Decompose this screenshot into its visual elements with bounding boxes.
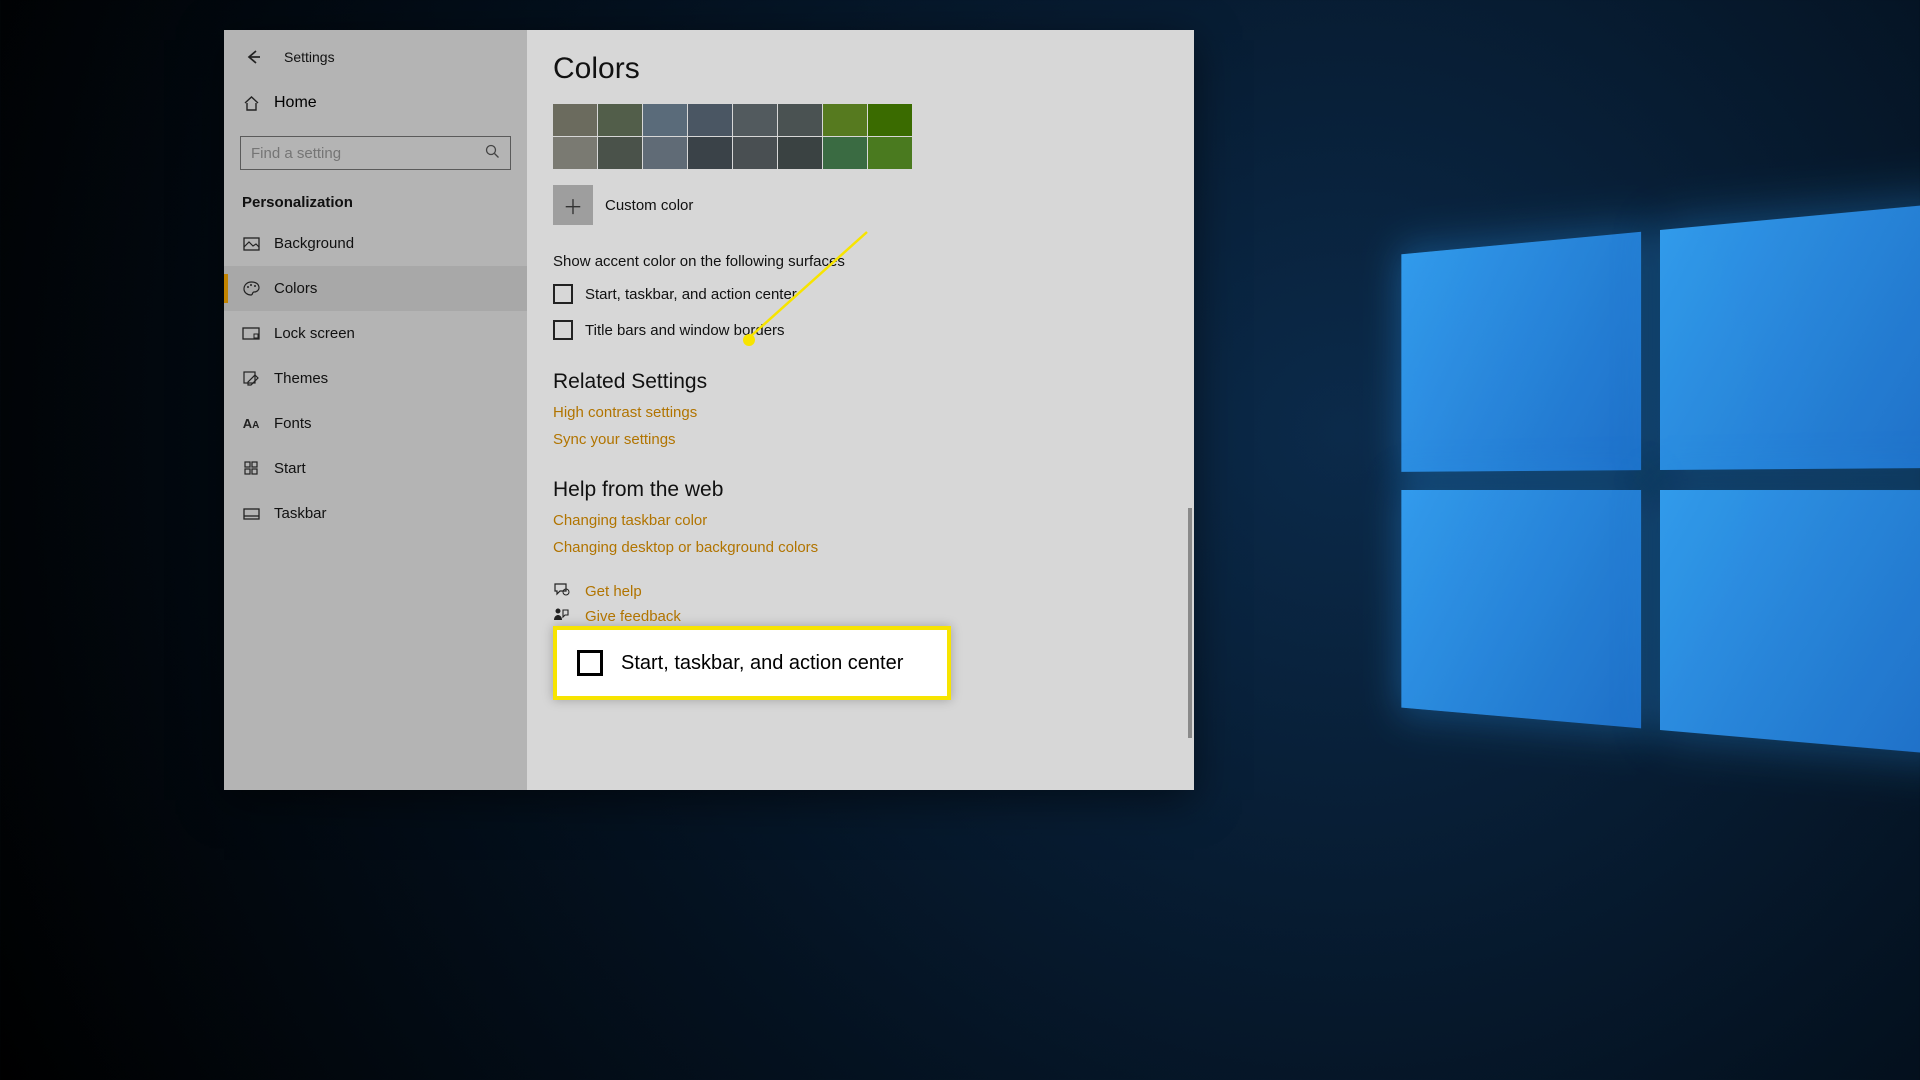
checkbox-label: Start, taskbar, and action center (585, 286, 797, 303)
content-pane: Colors ＋ Custom color Show accent color … (527, 30, 1194, 790)
color-swatch[interactable] (553, 104, 597, 136)
start-icon (242, 461, 260, 476)
sidebar-item-label: Taskbar (274, 505, 327, 522)
lock-screen-icon (242, 327, 260, 341)
color-swatch[interactable] (823, 137, 867, 169)
checkbox-label: Title bars and window borders (585, 322, 785, 339)
themes-icon (242, 371, 260, 387)
checkbox-icon (553, 284, 573, 304)
sidebar-item-taskbar[interactable]: Taskbar (224, 491, 527, 536)
chat-icon (553, 582, 571, 601)
back-button[interactable] (242, 46, 264, 68)
custom-color-button[interactable]: ＋ (553, 185, 593, 225)
color-swatch[interactable] (553, 137, 597, 169)
sidebar-item-start[interactable]: Start (224, 446, 527, 491)
color-swatch[interactable] (778, 104, 822, 136)
picture-icon (242, 237, 260, 251)
taskbar-icon (242, 508, 260, 520)
color-swatch[interactable] (733, 137, 777, 169)
annotation-callout: Start, taskbar, and action center (553, 626, 951, 700)
sidebar-item-themes[interactable]: Themes (224, 356, 527, 401)
fonts-icon: AA (242, 416, 260, 431)
sidebar-item-label: Background (274, 235, 354, 252)
desktop-windows-logo (1401, 200, 1920, 780)
checkbox-icon (577, 650, 603, 676)
sidebar-item-label: Colors (274, 280, 317, 297)
search-input[interactable] (251, 145, 485, 162)
sidebar-home-label: Home (274, 94, 317, 112)
color-swatch[interactable] (823, 104, 867, 136)
color-swatch[interactable] (688, 137, 732, 169)
checkbox-start-taskbar-action-center[interactable]: Start, taskbar, and action center (553, 284, 1168, 304)
checkbox-icon (553, 320, 573, 340)
related-settings-heading: Related Settings (553, 370, 1168, 394)
palette-icon (242, 281, 260, 296)
page-title: Colors (553, 52, 1168, 86)
give-feedback-link[interactable]: Give feedback (585, 608, 681, 625)
sidebar: Settings Home Personalization Background… (224, 30, 527, 790)
annotation-dot (743, 334, 755, 346)
color-swatch[interactable] (643, 137, 687, 169)
search-icon (485, 144, 500, 163)
sidebar-home[interactable]: Home (224, 82, 527, 124)
link-high-contrast[interactable]: High contrast settings (553, 404, 1168, 421)
sidebar-item-label: Themes (274, 370, 328, 387)
color-swatch[interactable] (868, 137, 912, 169)
color-swatch[interactable] (778, 137, 822, 169)
get-help-link[interactable]: Get help (585, 583, 642, 600)
search-box[interactable] (240, 136, 511, 170)
color-swatch[interactable] (688, 104, 732, 136)
scrollbar-thumb[interactable] (1188, 508, 1192, 738)
color-swatch[interactable] (868, 104, 912, 136)
help-heading: Help from the web (553, 478, 1168, 502)
get-help-row[interactable]: Get help (553, 582, 1168, 601)
color-swatch[interactable] (733, 104, 777, 136)
callout-label: Start, taskbar, and action center (621, 652, 903, 675)
app-title: Settings (284, 49, 335, 65)
color-swatches (553, 104, 1168, 169)
sidebar-item-label: Start (274, 460, 306, 477)
color-swatch[interactable] (643, 104, 687, 136)
color-swatch[interactable] (598, 104, 642, 136)
sidebar-item-label: Lock screen (274, 325, 355, 342)
give-feedback-row[interactable]: Give feedback (553, 607, 1168, 626)
color-swatch[interactable] (598, 137, 642, 169)
link-help-taskbar-color[interactable]: Changing taskbar color (553, 512, 1168, 529)
custom-color-label: Custom color (605, 197, 693, 214)
sidebar-item-lock-screen[interactable]: Lock screen (224, 311, 527, 356)
sidebar-section-label: Personalization (224, 180, 527, 221)
link-sync-settings[interactable]: Sync your settings (553, 431, 1168, 448)
link-help-desktop-colors[interactable]: Changing desktop or background colors (553, 539, 1168, 556)
checkbox-title-bars-borders[interactable]: Title bars and window borders (553, 320, 1168, 340)
sidebar-item-background[interactable]: Background (224, 221, 527, 266)
sidebar-item-colors[interactable]: Colors (224, 266, 527, 311)
feedback-icon (553, 607, 571, 626)
settings-window: Settings Home Personalization Background… (224, 30, 1194, 790)
sidebar-item-fonts[interactable]: AA Fonts (224, 401, 527, 446)
sidebar-item-label: Fonts (274, 415, 312, 432)
surfaces-heading: Show accent color on the following surfa… (553, 253, 1168, 270)
home-icon (242, 95, 260, 112)
